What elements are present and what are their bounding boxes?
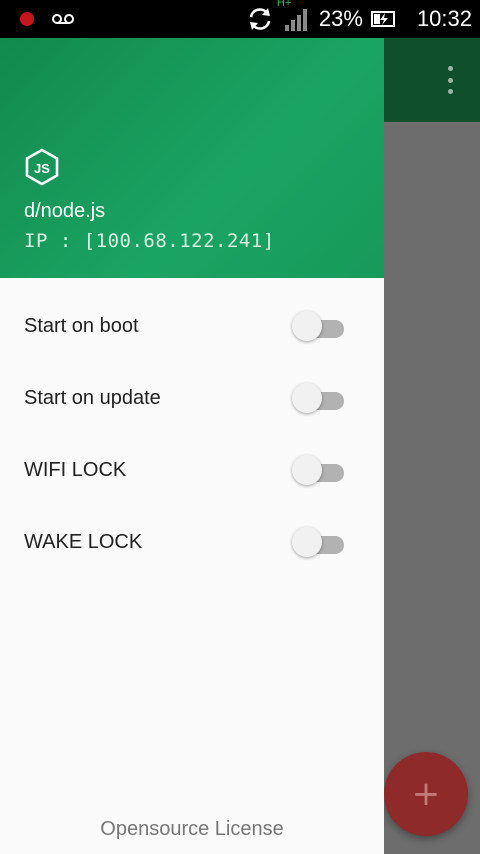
add-fab-button[interactable]: + [384, 752, 468, 836]
app-content-scrim[interactable] [384, 122, 480, 854]
start-on-update-switch[interactable] [292, 383, 346, 413]
clock: 10:32 [416, 6, 472, 31]
add-icon: + [411, 774, 441, 814]
status-bar: H+ 23% 10:32 [0, 0, 480, 38]
wake-lock-switch[interactable] [292, 527, 346, 557]
signal-icon: H+ [277, 0, 309, 31]
switch-thumb [292, 455, 322, 485]
battery-percent: 23% [318, 6, 363, 31]
drawer-header: JS d/node.js IP : [100.68.122.241] [0, 38, 384, 278]
setting-start-on-update[interactable]: Start on update [0, 362, 384, 434]
battery-charging-icon [370, 10, 397, 28]
app-toolbar [384, 38, 480, 122]
navigation-drawer: JS d/node.js IP : [100.68.122.241] Start… [0, 38, 384, 854]
wifi-lock-switch[interactable] [292, 455, 346, 485]
record-dot-icon [20, 12, 34, 26]
ip-address: IP : [100.68.122.241] [24, 230, 275, 252]
app-title: d/node.js [24, 200, 106, 222]
switch-thumb [292, 311, 322, 341]
setting-start-on-boot[interactable]: Start on boot [0, 290, 384, 362]
setting-wake-lock[interactable]: WAKE LOCK [0, 506, 384, 578]
voicemail-icon [52, 12, 74, 26]
setting-label: Start on boot [24, 314, 139, 337]
more-vert-icon[interactable] [446, 66, 454, 94]
nodejs-icon: JS [24, 148, 60, 186]
setting-wifi-lock[interactable]: WIFI LOCK [0, 434, 384, 506]
opensource-license-link[interactable]: Opensource License [0, 818, 384, 854]
network-type-label: H+ [276, 0, 292, 9]
sync-icon [247, 6, 273, 32]
svg-text:JS: JS [34, 161, 50, 176]
setting-label: WIFI LOCK [24, 458, 127, 481]
switch-thumb [292, 383, 322, 413]
switch-thumb [292, 527, 322, 557]
setting-label: WAKE LOCK [24, 530, 143, 553]
start-on-boot-switch[interactable] [292, 311, 346, 341]
setting-label: Start on update [24, 386, 161, 409]
